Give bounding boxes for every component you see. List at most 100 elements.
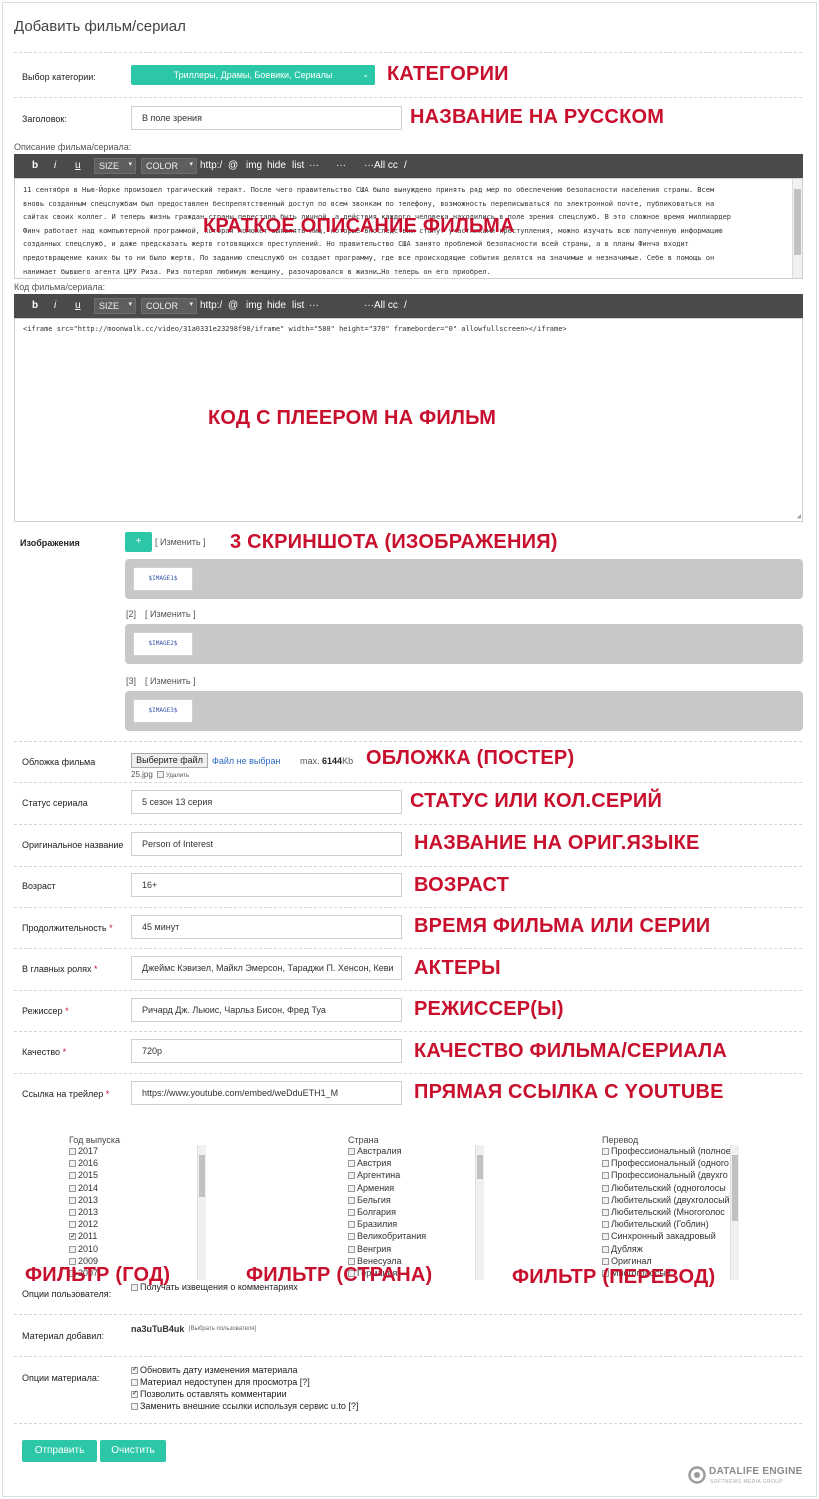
status-input[interactable]: 5 сезон 13 серия [131,790,402,814]
notify-checkbox[interactable] [131,1284,138,1291]
year-filter-list[interactable]: 2017201620152014201320132012201120102009… [69,1145,206,1280]
year-scrollbar[interactable] [197,1145,206,1280]
year-checkbox[interactable] [69,1160,76,1168]
translation-checkbox[interactable] [602,1257,609,1265]
delete-cover-checkbox[interactable] [157,771,165,778]
material-option[interactable]: Позволить оставлять комментарии [131,1389,287,1399]
color-dropdown[interactable]: COLOR ▾ [141,158,197,174]
translation-checkbox[interactable] [602,1233,609,1241]
material-option-checkbox[interactable] [131,1389,138,1398]
translation-scrollbar[interactable] [730,1145,739,1280]
country-option[interactable]: Болгария [348,1206,484,1218]
country-checkbox[interactable] [348,1196,355,1204]
scrollbar-thumb[interactable] [794,189,801,255]
year-checkbox[interactable] [69,1172,76,1180]
year-option[interactable]: 2012 [69,1218,206,1230]
notify-option[interactable]: Получать извещения о комментариях [131,1282,298,1292]
email-button[interactable]: @ [228,300,238,311]
scrollbar-thumb[interactable] [199,1155,205,1197]
translation-checkbox[interactable] [602,1196,609,1204]
translation-option[interactable]: Дубляж [602,1243,739,1255]
country-option[interactable]: Бразилия [348,1218,484,1230]
country-checkbox[interactable] [348,1221,355,1229]
underline-button[interactable]: u [75,160,81,171]
change-image-link[interactable]: [ Изменить ] [145,609,196,619]
country-option[interactable]: Аргентина [348,1169,484,1181]
translation-checkbox[interactable] [602,1148,609,1155]
translation-option[interactable]: Профессиональный (одного [602,1157,739,1169]
country-checkbox[interactable] [348,1184,355,1192]
image-tag[interactable]: $IMAGE2$ [133,632,193,656]
quality-input[interactable]: 720p [131,1039,402,1063]
year-checkbox[interactable] [69,1231,76,1244]
link-button[interactable]: http:/ [200,300,222,311]
bold-button[interactable]: b [32,160,38,171]
add-image-button[interactable]: + [125,532,152,552]
translation-checkbox[interactable] [602,1160,609,1168]
country-checkbox[interactable] [348,1172,355,1180]
color-dropdown[interactable]: COLOR ▾ [141,298,197,314]
material-option-checkbox[interactable] [131,1403,138,1410]
original-title-input[interactable]: Person of Interest [131,832,402,856]
description-scrollbar[interactable] [792,179,802,278]
country-checkbox[interactable] [348,1160,355,1168]
clear-button[interactable]: Очистить [100,1440,166,1462]
director-input[interactable]: Ричард Дж. Льюис, Чарльз Бисон, Фред Туа [131,998,402,1022]
translation-option[interactable]: Профессиональный (двухго [602,1169,739,1181]
year-option[interactable]: 2010 [69,1243,206,1255]
slash-button[interactable]: / [404,300,407,311]
age-input[interactable]: 16+ [131,873,402,897]
submit-button[interactable]: Отправить [22,1440,97,1462]
translation-checkbox[interactable] [602,1184,609,1192]
country-scrollbar[interactable] [475,1145,484,1280]
country-checkbox[interactable] [348,1233,355,1241]
country-option[interactable]: Австралия [348,1145,484,1157]
translation-option[interactable]: Синхронный закадровый [602,1230,739,1242]
hide-button[interactable]: hide [267,160,286,171]
material-option[interactable]: Заменить внешние ссылки используя сервис… [131,1401,358,1411]
country-option[interactable]: Бельгия [348,1194,484,1206]
translation-option[interactable]: Любительский (Многоголос [602,1206,739,1218]
country-checkbox[interactable] [348,1208,355,1216]
change-image-link[interactable]: [ Изменить ] [145,676,196,686]
more-button-2[interactable]: ··· [336,160,346,171]
heading-input[interactable]: В поле зрения [131,106,402,130]
country-checkbox[interactable] [348,1148,355,1155]
material-option-checkbox[interactable] [131,1379,138,1386]
italic-button[interactable]: i [54,160,56,171]
year-option[interactable]: 2011 [69,1230,206,1244]
country-checkbox[interactable] [348,1245,355,1253]
list-button[interactable]: list [292,160,304,171]
all-cc-button[interactable]: ···All cc [364,160,398,171]
change-image-link[interactable]: [ Изменить ] [155,537,206,547]
slash-button[interactable]: / [404,160,407,171]
size-dropdown[interactable]: SIZE ▾ [94,158,136,174]
category-select[interactable]: Триллеры, Драмы, Боевики, Сериалы ⌄ [131,65,375,85]
year-checkbox[interactable] [69,1208,76,1216]
country-option[interactable]: Великобритания [348,1230,484,1242]
duration-input[interactable]: 45 минут [131,915,402,939]
country-option[interactable]: Венгрия [348,1243,484,1255]
all-cc-button[interactable]: ···All cc [364,300,398,311]
translation-checkbox[interactable] [602,1172,609,1180]
year-checkbox[interactable] [69,1196,76,1204]
link-button[interactable]: http:/ [200,160,222,171]
year-option[interactable]: 2013 [69,1206,206,1218]
year-checkbox[interactable] [69,1245,76,1253]
translation-checkbox[interactable] [602,1208,609,1216]
choose-user-link[interactable]: [Выбрать пользователя] [189,1326,256,1332]
year-option[interactable]: 2015 [69,1169,206,1181]
year-option[interactable]: 2014 [69,1182,206,1194]
year-checkbox[interactable] [69,1184,76,1192]
image-button[interactable]: img [246,300,262,311]
scrollbar-thumb[interactable] [732,1155,738,1221]
year-option[interactable]: 2016 [69,1157,206,1169]
more-button[interactable]: ··· [309,160,319,171]
italic-button[interactable]: i [54,300,56,311]
list-button[interactable]: list [292,300,304,311]
size-dropdown[interactable]: SIZE ▾ [94,298,136,314]
cast-input[interactable]: Джеймс Кэвизел, Майкл Эмерсон, Тараджи П… [131,956,402,980]
image-button[interactable]: img [246,160,262,171]
resize-handle-icon[interactable]: ◢ [797,512,801,520]
image-tag[interactable]: $IMAGE3$ [133,699,193,723]
